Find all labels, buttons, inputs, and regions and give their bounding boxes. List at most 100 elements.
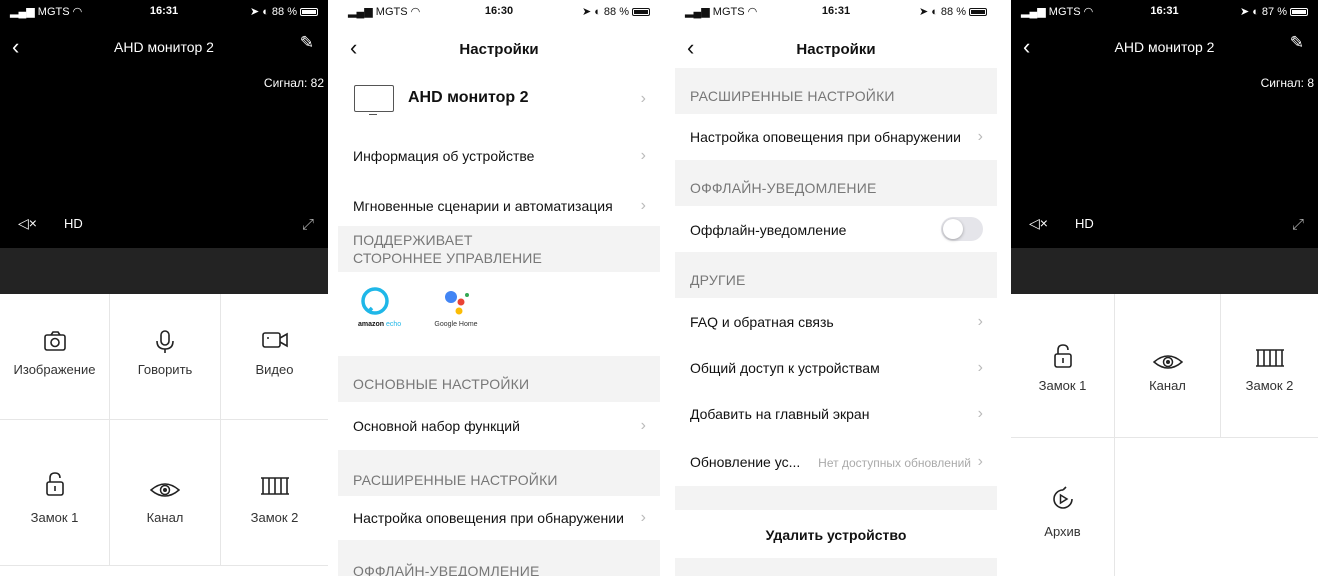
carrier-label: ▂▄▆ MGTS ◠ [685,6,758,18]
battery-indicator: ➤ ◐ 88 % [919,5,987,18]
delete-device-button[interactable]: Удалить устройство [675,510,997,558]
chevron-right-icon: › [977,359,983,376]
chevron-right-icon: › [977,313,983,330]
grid-item-label: Замок 2 [250,510,299,525]
edit-icon[interactable]: ✎ [1290,33,1304,53]
chevron-right-icon: › [977,128,983,145]
device-info-row[interactable]: Информация об устройстве › [338,130,660,176]
device-screen-main-2: ▂▄▆ MGTS ◠ 16:31 ➤ ◐ 87 % ‹ AHD монитор … [1011,0,1318,576]
video-view[interactable]: Сигнал: 82 ◁× HD ⤢ [0,68,328,248]
grid-item-talk[interactable]: Говорить [110,294,221,420]
basic-functions-row[interactable]: Основной набор функций › [338,402,660,450]
status-bar: ▂▄▆ MGTS ◠ 16:31 ➤ ◐ 88 % [675,0,997,24]
clock: 16:30 [484,5,514,17]
share-device-row[interactable]: Общий доступ к устройствам › [675,344,997,390]
grid-item-label: Изображение [13,362,96,377]
mute-icon[interactable]: ◁× [18,215,37,232]
google-assistant-icon [445,291,469,315]
section-header-advanced: РАСШИРЕННЫЕ НАСТРОЙКИ [675,68,997,114]
grid-item-snapshot[interactable]: Изображение [0,294,110,420]
page-title: AHD монитор 2 [114,39,214,55]
battery-icon [632,8,650,17]
section-header-offline: ОФФЛАЙН-УВЕДОМЛЕНИЕ [675,160,997,206]
battery-indicator: ➤ ◐ 87 % [1240,5,1308,18]
faq-row[interactable]: FAQ и обратная связь › [675,298,997,344]
grid-item-label: Замок 1 [1038,378,1087,393]
carrier-name: MGTS [1048,6,1081,18]
alexa-label: amazon echo [358,321,401,328]
edit-icon[interactable]: ✎ [300,33,314,53]
carrier-name: MGTS [375,6,408,18]
section-header-third-party: ПОДДЕРЖИВАЕТ СТОРОННЕЕ УПРАВЛЕНИЕ [338,226,660,272]
camera-icon [0,330,109,358]
gate-icon [221,475,328,501]
eye-icon [110,478,220,504]
row-label: Настройка оповещения при обнаружении [690,129,961,145]
microphone-icon [110,330,220,360]
row-label: Общий доступ к устройствам [690,360,880,376]
alexa-integration[interactable]: amazon echo [358,286,401,328]
battery-percent: 88 % [603,6,629,18]
carrier-label: ▂▄▆ MGTS ◠ [348,6,421,18]
quality-toggle[interactable]: HD [64,216,83,231]
fullscreen-icon[interactable]: ⤢ [302,216,314,233]
eye-icon [1115,350,1220,376]
row-label: Настройка оповещения при обнаружении [353,510,624,526]
integrations-row: amazon echo Google Home [338,272,660,356]
battery-percent: 88 % [271,6,297,18]
monitor-icon [354,85,394,115]
grid-item-archive[interactable]: Архив [1011,438,1115,576]
gate-icon [1221,347,1318,373]
grid-item-channel[interactable]: Канал [110,420,221,566]
top-bar: ‹ Настройки [338,24,660,68]
battery-icon [300,8,318,17]
add-to-home-row[interactable]: Добавить на главный экран › [675,390,997,436]
detection-alert-row[interactable]: Настройка оповещения при обнаружении › [675,114,997,160]
carrier-label: ▂▄▆ MGTS ◠ [10,6,83,18]
row-label: Обновление ус... [690,454,801,470]
delete-device-label: Удалить устройство [765,527,907,543]
section-title: ОФФЛАЙН-УВЕДОМЛЕНИЕ [353,563,540,576]
fullscreen-icon[interactable]: ⤢ [1292,216,1304,233]
device-name: AHD монитор 2 [408,89,529,106]
grid-item-lock-1[interactable]: Замок 1 [0,420,110,566]
control-strip [1011,248,1318,294]
section-title: ОСНОВНЫЕ НАСТРОЙКИ [353,376,530,392]
chevron-right-icon: › [977,405,983,422]
grid-item-channel[interactable]: Канал [1115,294,1221,438]
carrier-name: MGTS [37,6,70,18]
control-strip [0,248,328,294]
status-bar: ▂▄▆ MGTS ◠ 16:31 ➤ ◐ 87 % [1011,0,1318,24]
firmware-update-row[interactable]: Обновление ус... Нет доступных обновлени… [675,436,997,486]
battery-icon [969,8,987,17]
clock: 16:31 [1150,5,1179,17]
battery-percent: 87 % [1261,6,1287,18]
grid-item-record[interactable]: Видео [221,294,328,420]
battery-icon [1290,8,1308,17]
status-bar: ▂▄▆ MGTS ◠ 16:31 ➤ ◐ 88 % [0,0,328,24]
mute-icon[interactable]: ◁× [1029,215,1048,232]
page-title: AHD монитор 2 [1114,39,1215,55]
video-view[interactable]: Сигнал: 8 ◁× HD ⤢ [1011,68,1318,248]
google-home-integration[interactable]: Google Home [434,286,478,328]
chevron-right-icon: › [640,147,646,164]
grid-item-lock-2[interactable]: Замок 2 [221,420,328,566]
row-label: FAQ и обратная связь [690,314,834,330]
carrier-name: MGTS [712,6,745,18]
grid-item-label: Замок 1 [30,510,79,525]
automation-row[interactable]: Мгновенные сценарии и автоматизация › [338,180,660,226]
update-status: Нет доступных обновлений [818,456,971,470]
chevron-right-icon: › [640,509,646,526]
detection-alert-row[interactable]: Настройка оповещения при обнаружении › [338,496,660,540]
battery-indicator: ➤ ◐ 88 % [250,5,318,18]
chevron-right-icon: › [977,453,983,470]
top-bar: ‹ Настройки [675,24,997,68]
device-name-row[interactable]: AHD монитор 2 › [338,72,660,126]
chevron-right-icon: › [640,417,646,434]
grid-item-lock-1[interactable]: Замок 1 [1011,294,1115,438]
alexa-product: echo [386,321,402,328]
quality-toggle[interactable]: HD [1075,216,1094,231]
grid-item-lock-2[interactable]: Замок 2 [1221,294,1318,438]
chevron-right-icon: › [640,90,646,107]
offline-notification-toggle[interactable] [941,217,983,241]
